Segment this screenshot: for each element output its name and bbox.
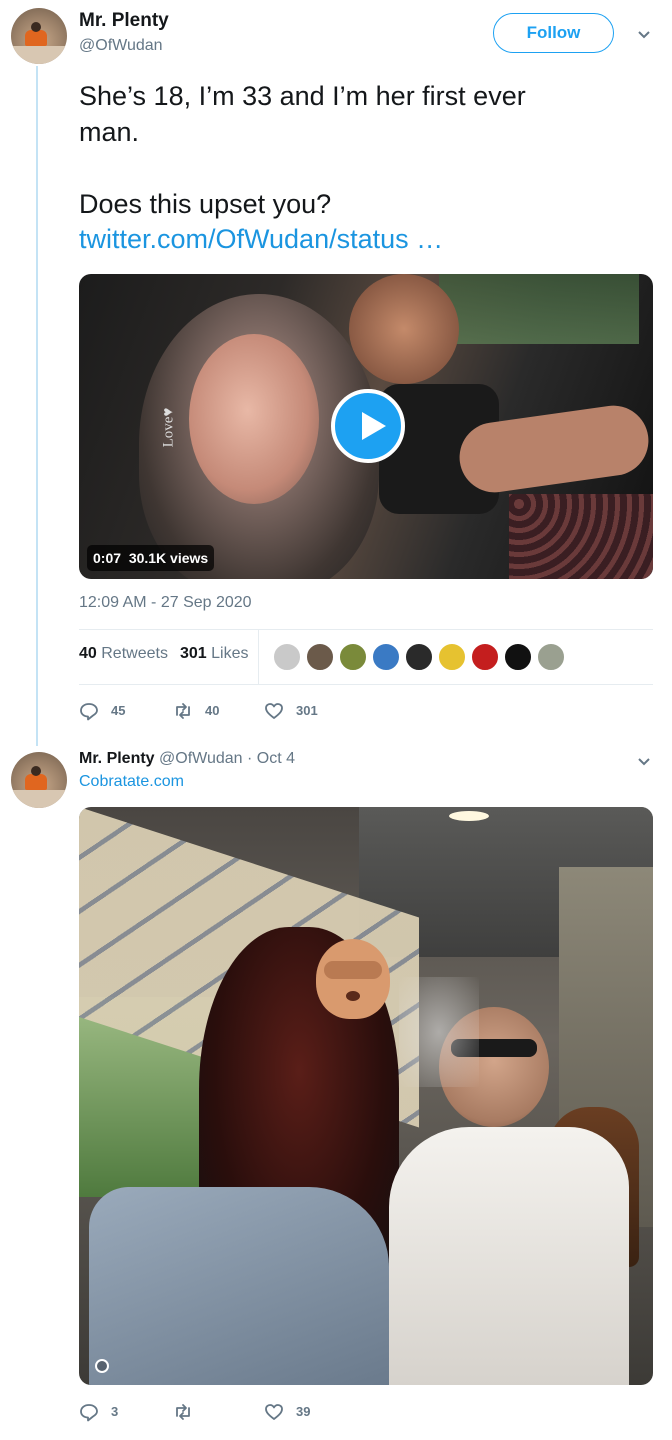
tweet-date[interactable]: · Oct 4 — [247, 750, 295, 767]
tweet-text: She’s 18, I’m 33 and I’m her first ever … — [79, 78, 639, 222]
tweet-text-line: She’s 18, I’m 33 and I’m her first ever — [79, 81, 526, 111]
like-count: 39 — [296, 1404, 311, 1419]
likes-label: Likes — [211, 645, 249, 662]
avatar[interactable] — [11, 752, 67, 808]
author-name[interactable]: Mr. Plenty — [79, 10, 169, 32]
divider — [79, 684, 653, 685]
reply-icon — [80, 1404, 98, 1422]
media-indicator-icon — [95, 1359, 109, 1373]
reply-count: 3 — [111, 1404, 119, 1419]
reply-icon — [80, 703, 98, 721]
author-handle[interactable]: @OfWudan — [159, 750, 243, 767]
retweets-label: Retweets — [101, 645, 168, 662]
video-overlay-text: Love♥ — [160, 407, 177, 448]
heart-icon — [265, 1404, 283, 1420]
tweet-photo[interactable] — [79, 807, 653, 1385]
chevron-down-icon[interactable] — [637, 28, 651, 42]
author-name[interactable]: Mr. Plenty — [79, 750, 155, 767]
liker-avatar[interactable] — [471, 643, 499, 671]
liker-avatar[interactable] — [438, 643, 466, 671]
stats-separator — [258, 630, 259, 684]
liker-avatar[interactable] — [504, 643, 532, 671]
video-player[interactable]: Love♥ 0:07 30.1K views — [79, 274, 653, 579]
video-views: 30.1K views — [128, 550, 209, 566]
see-no-evil-monkey-emoji-icon — [316, 939, 390, 1019]
liker-avatar[interactable] — [339, 643, 367, 671]
liker-avatar[interactable] — [537, 643, 565, 671]
retweet-icon — [176, 703, 190, 719]
tweet-stats: 40 Retweets 301 Likes — [79, 645, 248, 663]
heart-icon — [265, 703, 283, 719]
author-handle[interactable]: @OfWudan — [79, 37, 163, 55]
retweets-stat[interactable]: 40 Retweets — [79, 645, 168, 662]
play-button-icon[interactable] — [331, 389, 405, 463]
video-duration: 0:07 — [93, 550, 122, 566]
likes-stat[interactable]: 301 Likes — [180, 645, 249, 662]
tweet-timestamp[interactable]: 12:09 AM - 27 Sep 2020 — [79, 594, 252, 612]
chevron-down-icon[interactable] — [637, 755, 651, 769]
tweet-link[interactable]: Cobratate.com — [79, 773, 184, 791]
retweets-count: 40 — [79, 645, 97, 662]
liker-avatar[interactable] — [306, 643, 334, 671]
liker-avatar[interactable] — [405, 643, 433, 671]
retweet-count: 40 — [205, 703, 220, 718]
follow-button[interactable]: Follow — [493, 13, 614, 53]
avatar[interactable] — [11, 8, 67, 64]
likes-count: 301 — [179, 645, 207, 662]
tweet-link[interactable]: twitter.com/OfWudan/status … — [79, 224, 443, 255]
like-count: 301 — [296, 703, 318, 718]
video-info-badge: 0:07 30.1K views — [87, 545, 215, 571]
divider — [79, 629, 653, 630]
liker-avatar[interactable] — [273, 643, 301, 671]
retweet-icon — [176, 1404, 190, 1420]
tweet-text-line: man. — [79, 117, 140, 147]
tweet-meta: Mr. Plenty @OfWudan · Oct 4 — [79, 750, 295, 768]
liker-avatar[interactable] — [372, 643, 400, 671]
tweet-text-line: Does this upset you? — [79, 189, 332, 219]
reply-count: 45 — [111, 703, 126, 718]
thread-connector-line — [36, 66, 38, 746]
